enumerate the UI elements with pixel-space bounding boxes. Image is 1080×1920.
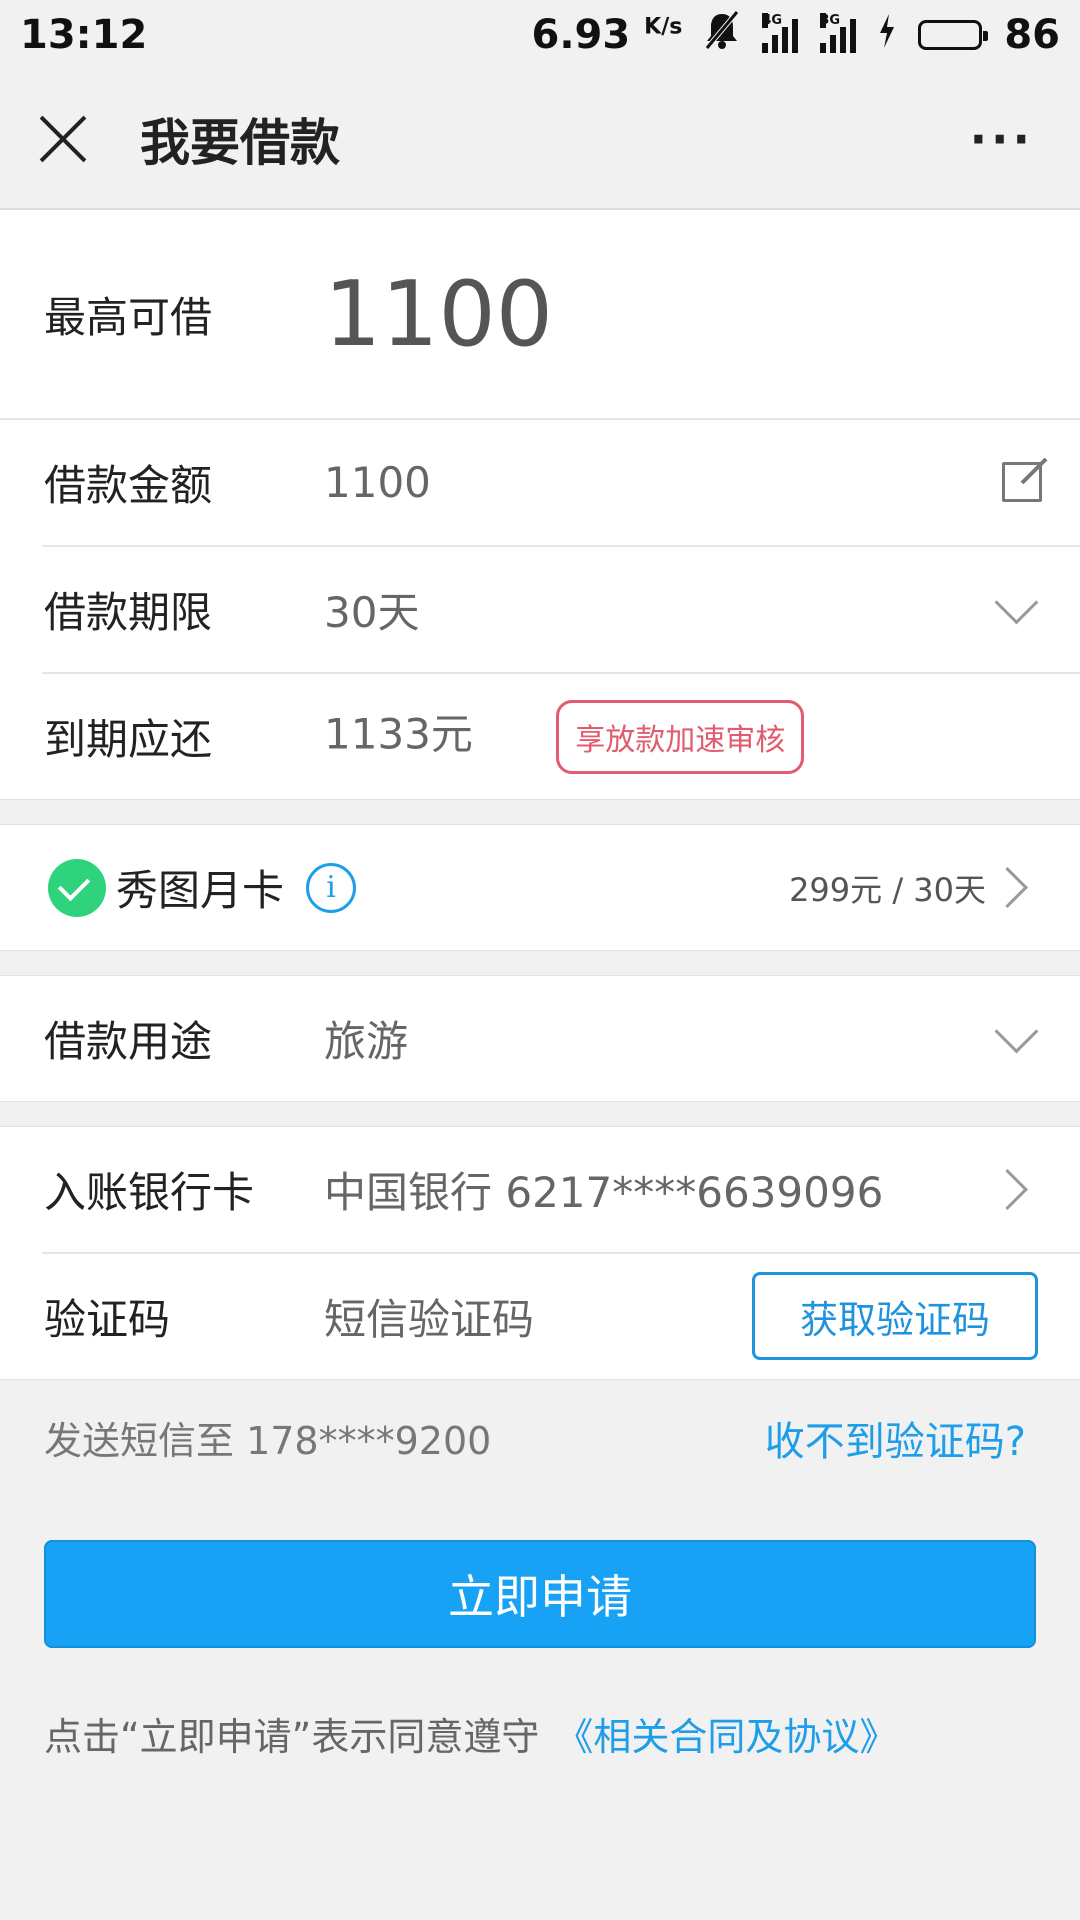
loan-amount-label: 借款金额 [44,461,213,510]
bell-muted-icon [704,10,740,60]
loan-purpose-row[interactable]: 借款用途 旅游 [0,976,1080,1101]
network-speed: 6.93 K/s [532,12,683,58]
monthly-card-price: 299元 / 30天 [789,870,986,909]
signal-3g-icon: 3G [820,13,857,53]
bank-section: 入账银行卡 中国银行 6217****6639096 验证码 短信验证码 获取验… [0,1127,1080,1379]
section-gap [0,799,1080,825]
get-code-button[interactable]: 获取验证码 [752,1272,1038,1360]
contract-agreement-link[interactable]: 《相关合同及协议》 [555,1715,897,1759]
sms-info-row: 发送短信至 178****9200 收不到验证码? [0,1379,1080,1495]
due-amount-value: 1133元 享放款加速审核 [324,699,1080,774]
verify-code-row: 验证码 短信验证码 获取验证码 [0,1254,1080,1379]
network-speed-unit: K/s [644,14,683,40]
bank-card-row[interactable]: 入账银行卡 中国银行 6217****6639096 [0,1127,1080,1252]
status-time: 13:12 [20,12,148,58]
monthly-card-row[interactable]: 秀图月卡 i 299元 / 30天 [0,825,1080,950]
charging-icon [878,12,896,58]
max-borrow-label: 最高可借 [44,292,213,342]
code-not-received-link[interactable]: 收不到验证码? [765,1409,1026,1467]
info-icon[interactable]: i [306,862,357,913]
section-gap [0,1101,1080,1127]
battery-icon [918,20,989,50]
network-speed-value: 6.93 [531,12,631,58]
bank-card-value: 中国银行 6217****6639096 [324,1168,884,1217]
loan-term-value: 30天 [324,588,420,637]
chevron-right-icon[interactable] [986,866,1029,909]
check-circle-icon[interactable] [48,858,106,917]
signal-4g-icon: 4G [762,13,799,53]
more-options-icon[interactable]: ··· [970,112,1034,166]
nav-bar: 我要借款 ··· [0,70,1080,210]
agreement-statement: 点击“立即申请”表示同意遵守 [44,1715,540,1759]
loan-purpose-section: 借款用途 旅游 [0,976,1080,1101]
max-borrow-row: 最高可借 1100 [0,210,1080,420]
fast-review-badge: 享放款加速审核 [556,699,805,774]
loan-purpose-value: 旅游 [324,1017,409,1066]
monthly-card-label: 秀图月卡 [116,866,285,915]
status-bar: 13:12 6.93 K/s 4G 3G 86 [0,0,1080,70]
max-borrow-value: 1100 [324,261,554,367]
network-3g-label: 3G [820,13,841,28]
agreement-text: 点击“立即申请”表示同意遵守 《相关合同及协议》 [44,1706,897,1761]
due-amount-number: 1133元 [324,709,473,758]
due-amount-label: 到期应还 [44,715,213,764]
status-right: 6.93 K/s 4G 3G 86 [532,10,1060,60]
bank-card-label: 入账银行卡 [44,1168,255,1217]
battery-level: 86 [1004,12,1060,58]
due-amount-row: 到期应还 1133元 享放款加速审核 [0,674,1080,799]
apply-now-button[interactable]: 立即申请 [44,1540,1036,1648]
loan-term-row[interactable]: 借款期限 30天 [0,547,1080,672]
network-4g-label: 4G [762,13,783,28]
loan-amount-value[interactable]: 1100 [324,458,1080,507]
edit-icon[interactable] [1002,462,1042,502]
page-title: 我要借款 [140,114,340,172]
section-gap [0,950,1080,976]
loan-purpose-label: 借款用途 [44,1017,213,1066]
monthly-card-section: 秀图月卡 i 299元 / 30天 [0,825,1080,950]
verify-code-label: 验证码 [44,1295,171,1344]
loan-term-label: 借款期限 [44,588,213,637]
close-icon[interactable] [36,112,90,166]
sms-sent-text: 发送短信至 178****9200 [44,1419,492,1463]
loan-section: 最高可借 1100 借款金额 1100 借款期限 30天 到期应还 1133元 … [0,210,1080,799]
loan-amount-row[interactable]: 借款金额 1100 [0,420,1080,545]
